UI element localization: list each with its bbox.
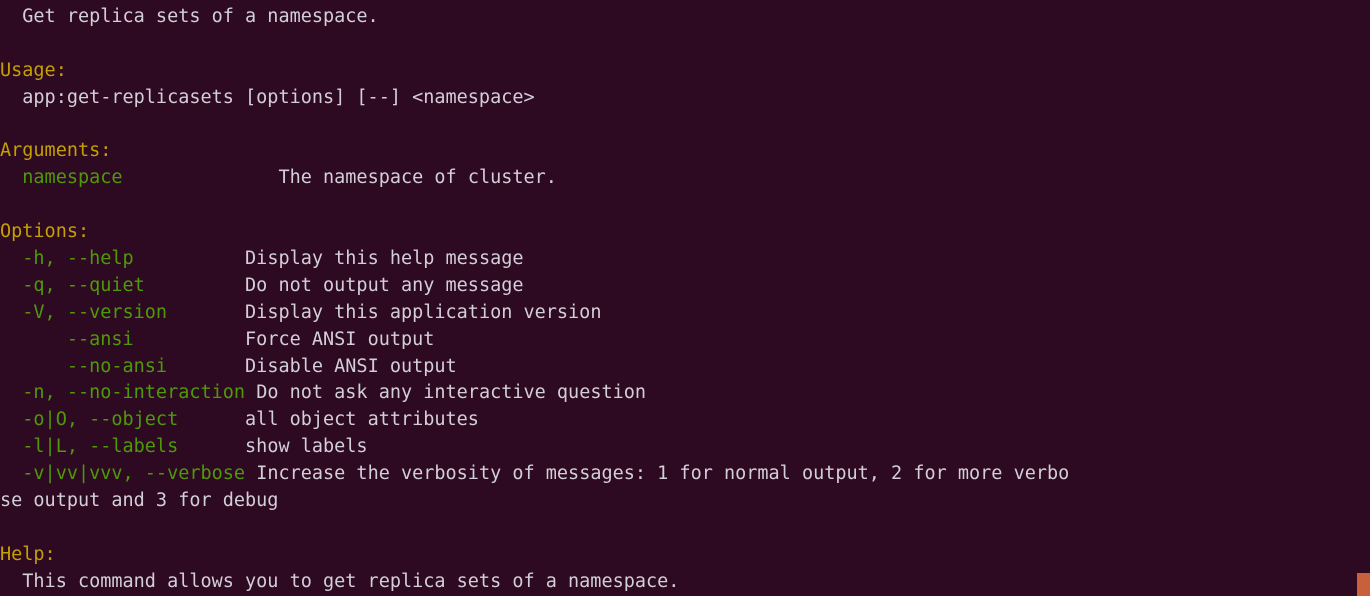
option-pad <box>167 356 245 377</box>
terminal-cursor <box>1357 573 1370 596</box>
option-row: -V, --version Display this application v… <box>0 300 1370 327</box>
option-flags: -o|O, --object <box>0 409 179 431</box>
help-header: Help: <box>0 543 56 565</box>
argument-pad <box>123 167 279 188</box>
option-pad <box>134 329 245 350</box>
arguments-header: Arguments: <box>0 140 112 162</box>
option-flags: -n, --no-interaction <box>0 382 246 404</box>
usage-line: app:get-replicasets [options] [--] <name… <box>0 85 1370 112</box>
option-description: Do not ask any interactive question <box>256 382 647 404</box>
arguments-header-line: Arguments: <box>0 138 1370 165</box>
option-row: -n, --no-interaction Do not ask any inte… <box>0 380 1370 407</box>
usage-command: app:get-replicasets [options] [--] <name… <box>0 86 535 108</box>
option-flags: -q, --quiet <box>0 274 145 296</box>
argument-name: namespace <box>0 167 123 189</box>
option-row: -h, --help Display this help message <box>0 246 1370 273</box>
usage-header-line: Usage: <box>0 58 1370 85</box>
option-description: Disable ANSI output <box>245 355 457 377</box>
option-pad <box>245 382 256 403</box>
option-row: --ansi Force ANSI output <box>0 327 1370 354</box>
option-wrap-text: se output and 3 for debug <box>0 490 279 512</box>
option-pad <box>167 302 245 323</box>
usage-header: Usage: <box>0 59 67 81</box>
options-header: Options: <box>0 221 90 243</box>
summary-line: Get replica sets of a namespace. <box>0 4 1370 31</box>
option-row: -o|O, --object all object attributes <box>0 407 1370 434</box>
option-pad <box>134 248 245 269</box>
option-flags: --no-ansi <box>0 355 168 377</box>
option-flags: -h, --help <box>0 248 134 270</box>
option-row: -l|L, --labels show labels <box>0 434 1370 461</box>
option-row: --no-ansi Disable ANSI output <box>0 354 1370 381</box>
option-description: Do not output any message <box>245 274 524 296</box>
option-description: show labels <box>245 436 368 458</box>
option-flags: -l|L, --labels <box>0 436 179 458</box>
terminal-window[interactable]: Get replica sets of a namespace. Usage: … <box>0 0 1370 596</box>
option-flags: -V, --version <box>0 301 168 323</box>
option-description: all object attributes <box>245 409 479 431</box>
option-description: Force ANSI output <box>245 328 435 350</box>
help-body-line: This command allows you to get replica s… <box>0 569 1370 596</box>
summary-text: Get replica sets of a namespace. <box>0 6 379 27</box>
option-flags: -v|vv|vvv, --verbose <box>0 463 246 485</box>
option-wrap-line: se output and 3 for debug <box>0 488 1370 515</box>
option-description: Increase the verbosity of messages: 1 fo… <box>256 463 1070 485</box>
option-description: Display this help message <box>245 248 524 270</box>
option-row: -q, --quiet Do not output any message <box>0 273 1370 300</box>
option-row: -v|vv|vvv, --verbose Increase the verbos… <box>0 461 1370 488</box>
option-pad <box>178 409 245 430</box>
option-pad <box>178 436 245 457</box>
help-header-line: Help: <box>0 542 1370 569</box>
option-pad <box>245 463 256 484</box>
argument-row: namespace The namespace of cluster. <box>0 165 1370 192</box>
option-pad <box>145 275 245 296</box>
options-header-line: Options: <box>0 219 1370 246</box>
option-flags: --ansi <box>0 328 134 350</box>
help-body-text: This command allows you to get replica s… <box>0 570 680 592</box>
argument-description: The namespace of cluster. <box>278 167 557 189</box>
option-description: Display this application version <box>245 301 602 323</box>
